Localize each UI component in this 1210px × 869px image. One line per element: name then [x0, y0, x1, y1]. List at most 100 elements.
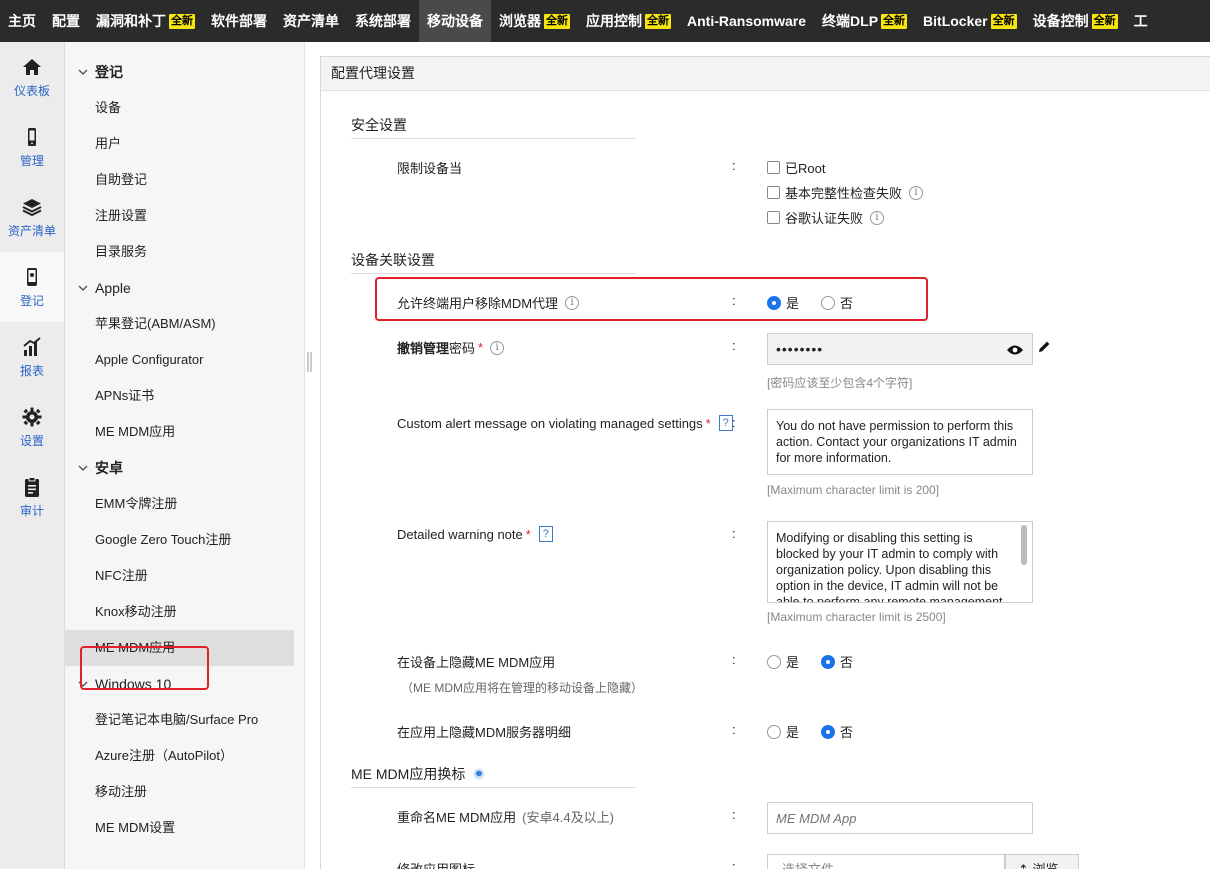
nav-tab-11[interactable]: BitLocker 全新: [915, 0, 1025, 42]
rail-item-1[interactable]: 管理: [0, 112, 64, 182]
sidebar-item-3-0[interactable]: 登记笔记本电脑/Surface Pro: [65, 702, 304, 738]
radio-hide-app-yes[interactable]: 是: [767, 652, 799, 671]
new-badge: 全新: [544, 13, 570, 29]
nav-tab-label: Anti-Ransomware: [687, 13, 807, 29]
nav-tab-6[interactable]: 移动设备: [419, 0, 491, 42]
sidebar-item-0-2[interactable]: 自助登记: [65, 162, 304, 198]
colon: :: [732, 293, 736, 308]
hide-server-label: 在应用上隐藏MDM服务器明细: [397, 725, 572, 740]
colon: :: [732, 859, 736, 869]
hide-app-radio-group: 是 否: [767, 652, 875, 671]
rail-item-label: 登记: [19, 293, 44, 308]
sidebar-item-1-1[interactable]: Apple Configurator: [65, 342, 304, 378]
rail-item-3[interactable]: 登记: [0, 252, 64, 322]
sidebar-item-3-1[interactable]: Azure注册（AutoPilot）: [65, 738, 304, 774]
nav-tab-4[interactable]: 资产清单: [275, 0, 347, 42]
new-badge: 全新: [1091, 13, 1118, 29]
new-badge: 全新: [169, 13, 195, 29]
section-device-association: 设备关联设置: [351, 250, 636, 274]
sidebar-item-0-4[interactable]: 目录服务: [65, 234, 304, 270]
sidebar-group-2[interactable]: 安卓: [65, 450, 304, 486]
file-path-input[interactable]: 选择文件: [767, 854, 1005, 869]
sidebar-item-1-0[interactable]: 苹果登记(ABM/ASM): [65, 306, 304, 342]
sidebar-item-2-4[interactable]: ME MDM应用: [65, 630, 294, 666]
help-icon[interactable]: ?: [538, 526, 553, 542]
sidebar-item-1-2[interactable]: APNs证书: [65, 378, 304, 414]
sidebar-item-3-3[interactable]: ME MDM设置: [65, 810, 304, 846]
hide-server-radio-group: 是 否: [767, 722, 875, 741]
sidebar-item-1-3[interactable]: ME MDM应用: [65, 414, 304, 450]
rail-item-0[interactable]: 仪表板: [0, 42, 64, 112]
alert-hint: [Maximum character limit is 200]: [767, 483, 940, 497]
nav-tab-0[interactable]: 主页: [0, 0, 44, 42]
colon: :: [732, 526, 736, 541]
nav-tab-label: 漏洞和补丁: [96, 13, 166, 29]
alert-message-textarea[interactable]: You do not have permission to perform th…: [767, 409, 1033, 475]
radio-allow-remove-yes[interactable]: 是: [767, 293, 799, 312]
sidebar-item-0-1[interactable]: 用户: [65, 126, 304, 162]
info-icon[interactable]: i: [909, 185, 924, 200]
panel-title: 配置代理设置: [321, 57, 1210, 91]
revoke-password-input[interactable]: ••••••••: [767, 333, 1033, 365]
chevron-down-icon: [78, 69, 88, 75]
checkbox-basic-integrity[interactable]: 基本完整性检查失败 i: [767, 183, 924, 202]
help-icon[interactable]: ?: [718, 415, 733, 431]
sidebar-item-3-2[interactable]: 移动注册: [65, 774, 304, 810]
nav-tab-8[interactable]: 应用控制 全新: [578, 0, 679, 42]
nav-tab-1[interactable]: 配置: [44, 0, 88, 42]
rail-item-label: 报表: [19, 363, 44, 378]
browse-button[interactable]: ⇡ 浏览: [1005, 854, 1079, 869]
radio-hide-server-yes[interactable]: 是: [767, 722, 799, 741]
warning-textarea-scrollbar[interactable]: [1021, 525, 1027, 565]
nav-tab-label: 终端DLP: [822, 13, 879, 29]
report-icon: [23, 336, 41, 356]
radio-allow-remove-no[interactable]: 否: [821, 293, 853, 312]
allow-remove-mdm-label: 允许终端用户移除MDM代理 i: [397, 293, 580, 312]
nav-tab-2[interactable]: 漏洞和补丁 全新: [88, 0, 203, 42]
checkbox-google-attest[interactable]: 谷歌认证失败 i: [767, 208, 885, 227]
panel-splitter-handle[interactable]: [306, 350, 314, 374]
sidebar-group-1[interactable]: Apple: [65, 270, 304, 306]
nav-tab-label: BitLocker: [923, 13, 988, 29]
colon: :: [732, 807, 736, 822]
colon: :: [732, 158, 736, 173]
warning-note-textarea[interactable]: Modifying or disabling this setting is b…: [767, 521, 1033, 603]
nav-tab-3[interactable]: 软件部署: [203, 0, 275, 42]
nav-tab-7[interactable]: 浏览器 全新: [491, 0, 578, 42]
section-rebrand: ME MDM应用换标: [351, 764, 636, 788]
rail-item-6[interactable]: 审计: [0, 462, 64, 532]
sidebar-group-3[interactable]: Windows 10: [65, 666, 304, 702]
info-icon[interactable]: i: [870, 210, 885, 225]
nav-tab-12[interactable]: 设备控制 全新: [1025, 0, 1126, 42]
change-icon-label: 修改应用图标: [397, 859, 475, 869]
rail-item-2[interactable]: 资产清单: [0, 182, 64, 252]
rename-app-label: 重命名ME MDM应用 (安卓4.4及以上): [397, 810, 614, 825]
nav-tab-5[interactable]: 系统部署: [347, 0, 419, 42]
sidebar-item-0-3[interactable]: 注册设置: [65, 198, 304, 234]
rename-app-input[interactable]: [767, 802, 1033, 834]
radio-hide-app-no[interactable]: 否: [821, 652, 853, 671]
rail-item-5[interactable]: 设置: [0, 392, 64, 462]
new-badge: 全新: [881, 13, 908, 29]
nav-tab-13[interactable]: 工: [1126, 0, 1156, 42]
sidebar-group-0[interactable]: 登记: [65, 54, 304, 90]
sidebar-item-2-1[interactable]: Google Zero Touch注册: [65, 522, 304, 558]
info-icon[interactable]: i: [490, 340, 505, 355]
sidebar-item-2-0[interactable]: EMM令牌注册: [65, 486, 304, 522]
edit-pencil-icon[interactable]: [1037, 340, 1051, 354]
eye-icon[interactable]: [1006, 344, 1024, 356]
info-icon[interactable]: i: [565, 295, 580, 310]
nav-tab-10[interactable]: 终端DLP 全新: [814, 0, 915, 42]
rail-item-label: 资产清单: [7, 223, 56, 238]
sidebar-item-2-2[interactable]: NFC注册: [65, 558, 304, 594]
sidebar-item-2-3[interactable]: Knox移动注册: [65, 594, 304, 630]
checkbox-rooted[interactable]: 已Root: [767, 158, 825, 177]
sidebar-group-title: 安卓: [95, 460, 123, 476]
sidebar-item-0-0[interactable]: 设备: [65, 90, 304, 126]
nav-tab-9[interactable]: Anti-Ransomware: [679, 0, 814, 42]
chevron-down-icon: [78, 465, 88, 471]
radio-hide-server-no[interactable]: 否: [821, 722, 853, 741]
nav-tab-label: 设备控制: [1032, 13, 1089, 29]
rail-item-4[interactable]: 报表: [0, 322, 64, 392]
colon: :: [732, 652, 736, 667]
